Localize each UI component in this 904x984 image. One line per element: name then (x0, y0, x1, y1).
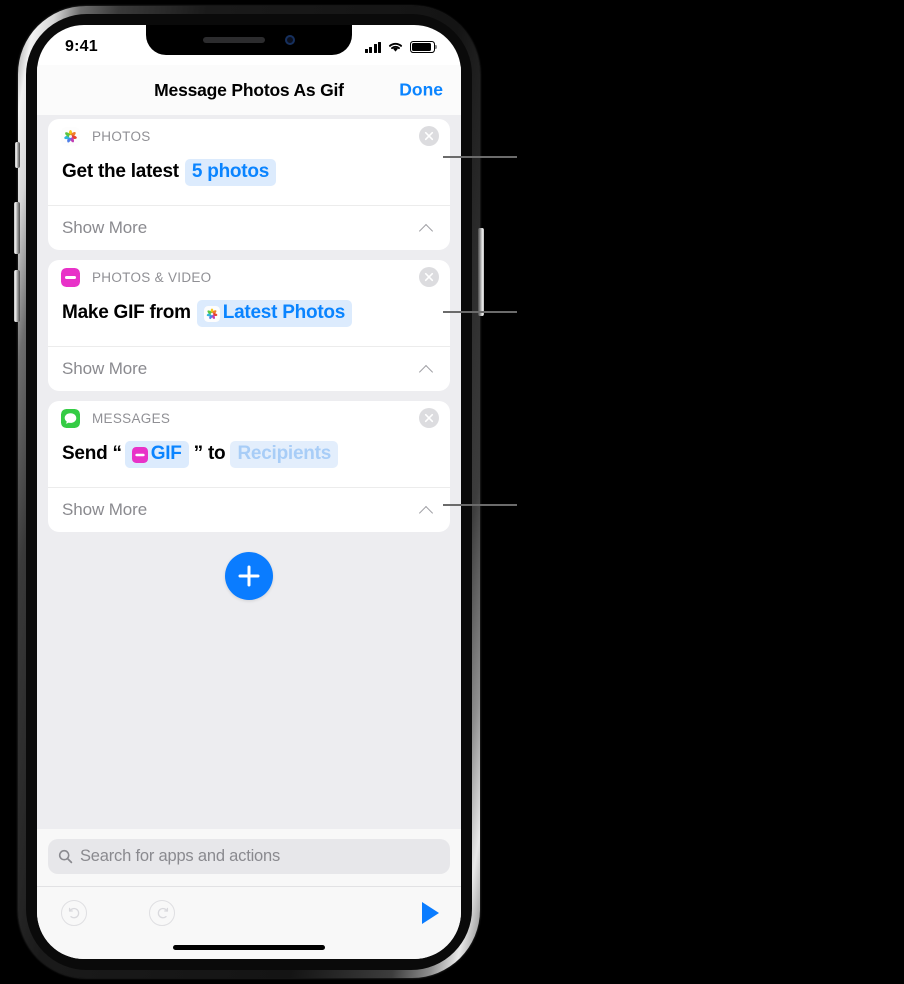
action-card-photos[interactable]: PHOTOS Get the latest 5 photos Show More (48, 119, 450, 250)
search-container: Search for apps and actions (37, 829, 461, 886)
show-more-toggle-photos-video[interactable]: Show More (48, 347, 450, 391)
card-action-row: Make GIF from Latest Photos (48, 294, 450, 346)
photos-app-icon (203, 305, 220, 322)
show-more-label: Show More (62, 359, 148, 378)
photos-app-icon (61, 126, 80, 146)
gif-app-icon (131, 446, 148, 463)
card-header: MESSAGES (48, 401, 450, 435)
bottom-toolbar: Search for apps and actions (37, 829, 461, 959)
undo-button[interactable] (61, 900, 87, 926)
card-header: PHOTOS (48, 119, 450, 153)
close-circle-icon[interactable] (419, 126, 439, 146)
action-text-prefix: Make GIF from (62, 302, 191, 323)
action-card-list: PHOTOS Get the latest 5 photos Show More… (37, 115, 461, 600)
callout-line-photos-card (443, 156, 517, 158)
front-camera-icon (285, 35, 295, 45)
wifi-icon (388, 42, 403, 52)
action-text-middle: ” to (188, 443, 231, 464)
redo-icon (157, 907, 168, 918)
card-category-label: PHOTOS & VIDEO (92, 269, 212, 285)
add-action-row (48, 552, 450, 600)
volume-down-button[interactable] (14, 270, 20, 322)
search-placeholder: Search for apps and actions (80, 847, 281, 865)
volume-up-button[interactable] (14, 202, 20, 254)
callout-line-messages-card (443, 504, 517, 506)
card-category-label: MESSAGES (92, 410, 171, 426)
action-card-photos-video[interactable]: PHOTOS & VIDEO Make GIF from Latest Phot… (48, 260, 450, 391)
search-input[interactable]: Search for apps and actions (48, 839, 450, 874)
action-text-prefix: Send “ (62, 443, 122, 464)
done-button[interactable]: Done (399, 80, 443, 101)
show-more-label: Show More (62, 500, 148, 519)
messages-app-icon (61, 408, 80, 428)
card-action-row: Send “ GIF ” to Recipients (48, 435, 450, 487)
token-label: 5 photos (191, 160, 270, 182)
navigation-bar: Message Photos As Gif Done (37, 65, 461, 115)
card-action-row: Get the latest 5 photos (48, 153, 450, 205)
chevron-up-icon (420, 365, 433, 373)
home-indicator[interactable] (173, 945, 325, 950)
redo-button[interactable] (149, 900, 175, 926)
notch (146, 25, 352, 55)
shortcut-editor-content: PHOTOS Get the latest 5 photos Show More… (37, 115, 461, 829)
add-action-button[interactable] (225, 552, 273, 600)
chevron-up-icon (420, 506, 433, 514)
close-circle-icon[interactable] (419, 267, 439, 287)
action-token-latest-photos[interactable]: Latest Photos (196, 299, 353, 327)
search-icon (58, 849, 73, 864)
show-more-toggle-photos[interactable]: Show More (48, 206, 450, 250)
action-token-gif[interactable]: GIF (124, 440, 189, 468)
token-label: Recipients (237, 442, 332, 464)
earpiece-speaker-icon (203, 37, 265, 43)
close-circle-icon[interactable] (419, 408, 439, 428)
card-category-label: PHOTOS (92, 128, 151, 144)
callout-line-gif-card (443, 311, 517, 313)
undo-icon (68, 907, 79, 918)
status-indicators (364, 37, 438, 53)
action-card-messages[interactable]: MESSAGES Send “ GIF ” to Recipients Show… (48, 401, 450, 532)
show-more-toggle-messages[interactable]: Show More (48, 488, 450, 532)
chevron-up-icon (420, 224, 433, 232)
token-label: GIF (150, 442, 182, 464)
iphone-device-mockup: 9:41 Message Photos As Gif Done PHOTOS G… (14, 6, 484, 978)
battery-icon (410, 41, 438, 53)
cellular-signal-icon (364, 41, 381, 53)
action-token-recipients[interactable]: Recipients (230, 440, 339, 468)
run-shortcut-button[interactable] (422, 902, 439, 924)
power-button[interactable] (478, 228, 484, 316)
card-header: PHOTOS & VIDEO (48, 260, 450, 294)
action-token-photo-count[interactable]: 5 photos (184, 158, 277, 186)
page-title: Message Photos As Gif (154, 79, 344, 100)
action-text-prefix: Get the latest (62, 161, 179, 182)
gif-app-icon (61, 267, 80, 287)
mute-switch[interactable] (15, 142, 20, 168)
show-more-label: Show More (62, 218, 148, 237)
status-time: 9:41 (65, 38, 98, 55)
phone-screen: 9:41 Message Photos As Gif Done PHOTOS G… (37, 25, 461, 959)
editor-toolbar (37, 887, 461, 939)
token-label: Latest Photos (222, 301, 346, 323)
